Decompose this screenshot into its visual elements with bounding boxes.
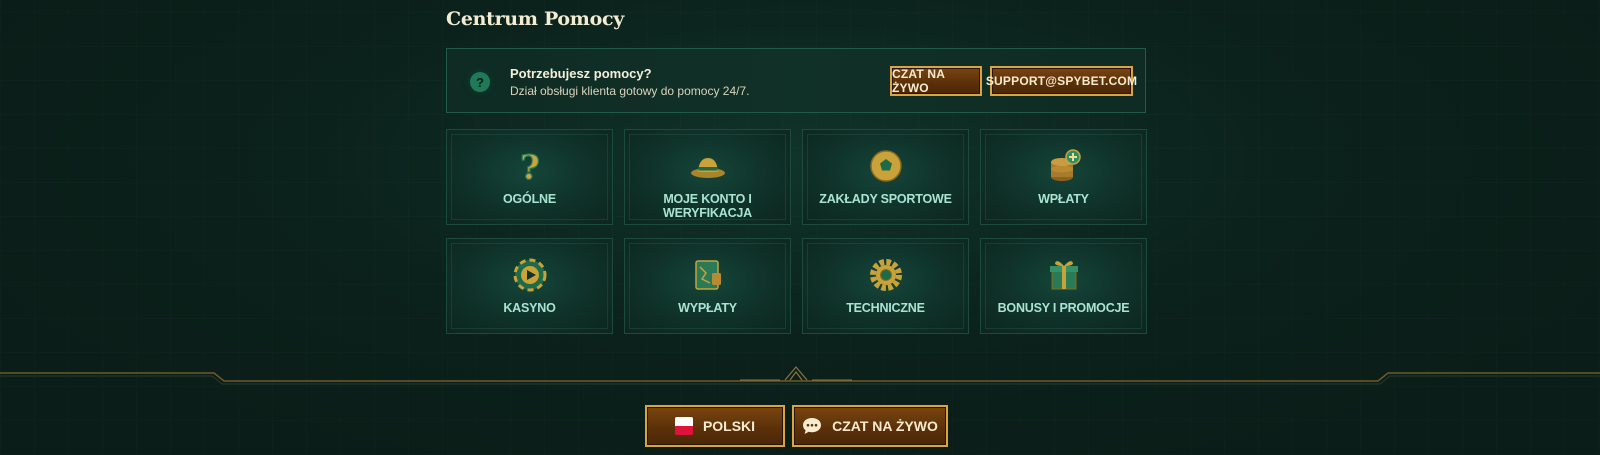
category-label: WPŁATY: [1038, 192, 1089, 206]
category-label: WYPŁATY: [678, 301, 737, 315]
category-label: ZAKŁADY SPORTOWE: [819, 192, 952, 206]
category-technical[interactable]: TECHNICZNE: [802, 238, 969, 334]
category-label: KASYNO: [503, 301, 556, 315]
casino-chip-icon: [513, 258, 546, 292]
category-label: TECHNICZNE: [846, 301, 925, 315]
category-withdrawals[interactable]: WYPŁATY: [624, 238, 791, 334]
help-heading: Potrzebujesz pomocy?: [510, 66, 652, 81]
hat-icon: [690, 158, 725, 178]
help-subtext: Dział obsługi klienta gotowy do pomocy 2…: [510, 84, 750, 98]
category-casino[interactable]: KASYNO: [446, 238, 613, 334]
football-icon: [869, 150, 902, 182]
category-account-verification[interactable]: MOJE KONTO I WERYFIKACJA: [624, 129, 791, 225]
language-label: POLSKI: [702, 418, 756, 434]
question-mark-icon: ?: [519, 148, 540, 184]
help-banner: ? Potrzebujesz pomocy? Dział obsługi kli…: [446, 48, 1146, 113]
wallet-map-icon: [694, 260, 721, 290]
section-divider: [0, 366, 1600, 385]
footer-live-chat-button[interactable]: CZAT NA ŻYWO: [792, 405, 948, 447]
svg-text:?: ?: [520, 148, 540, 184]
category-label: MOJE KONTO I WERYFIKACJA: [662, 192, 752, 220]
category-label: OGÓLNE: [503, 192, 556, 206]
live-chat-button[interactable]: CZAT NA ŻYWO: [890, 66, 982, 96]
coin-stack-icon: [1050, 149, 1081, 181]
category-bonuses-promotions[interactable]: BONUSY I PROMOCJE: [980, 238, 1147, 334]
support-email-button[interactable]: SUPPORT@SPYBET.COM: [986, 66, 1137, 96]
gear-icon: [869, 259, 902, 291]
gift-box-icon: [1049, 261, 1078, 290]
poland-flag-icon: [674, 417, 693, 435]
category-deposits[interactable]: WPŁATY: [980, 129, 1147, 225]
category-label: BONUSY I PROMOCJE: [997, 301, 1130, 315]
page-title: Centrum Pomocy: [446, 8, 624, 30]
category-general[interactable]: ? OGÓLNE: [446, 129, 613, 225]
language-button[interactable]: POLSKI: [645, 405, 785, 447]
question-circle-icon: ?: [463, 65, 497, 99]
live-chat-label: CZAT NA ŻYWO: [832, 418, 938, 434]
category-sports-betting[interactable]: ZAKŁADY SPORTOWE: [802, 129, 969, 225]
chat-bubble-icon: [803, 418, 822, 434]
